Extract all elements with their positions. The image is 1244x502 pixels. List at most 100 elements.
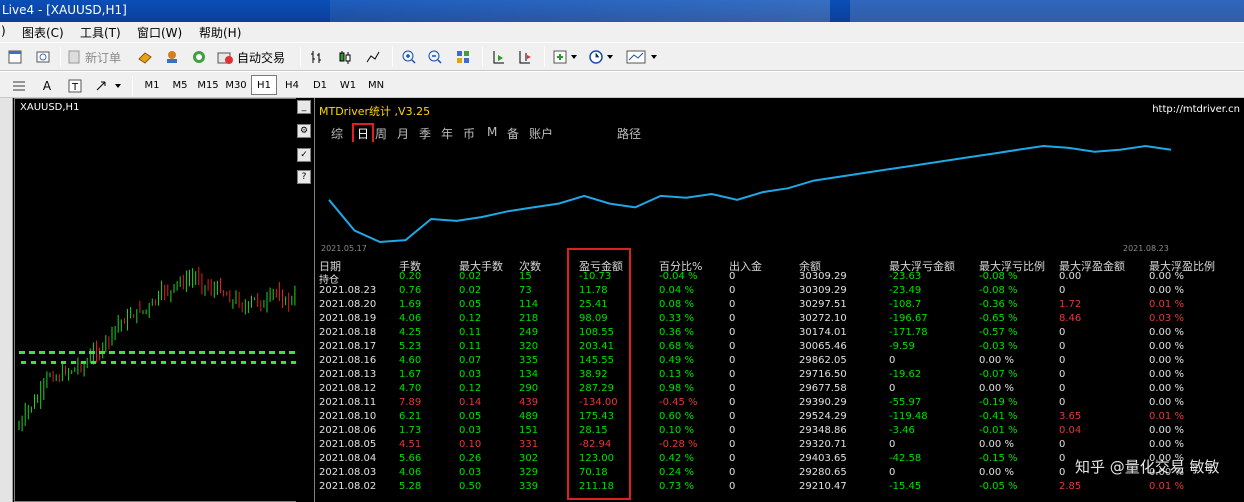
cell-balance: 30309.29 (799, 271, 847, 282)
timeframe-m30-button[interactable]: M30 (223, 75, 249, 95)
cell-lots: 0.20 (399, 271, 422, 282)
timeframe-m1-button[interactable]: M1 (139, 75, 165, 95)
menu-help[interactable]: 帮助(H) (199, 24, 241, 41)
cell-max-float-profit: 0 (1059, 397, 1066, 408)
bar-chart-icon[interactable] (306, 47, 328, 67)
background-window-ghost (330, 0, 830, 22)
table-row: 2021.08.16 4.60 0.07 335 145.55 0.49 % 0 29862.… (319, 355, 1244, 369)
cell-max-float-profit: 0 (1059, 383, 1066, 394)
profiles-icon[interactable] (32, 47, 54, 67)
zoom-in-icon[interactable] (398, 47, 420, 67)
periods-clock-icon[interactable] (586, 47, 616, 67)
menu-prefix: ) (1, 24, 6, 38)
stats-tab-1[interactable]: 日 (352, 123, 375, 144)
cell-lots: 1.67 (399, 369, 422, 380)
navigator-icon[interactable] (188, 47, 210, 67)
equity-start-date: 2021.05.17 (321, 244, 367, 253)
order-marker (201, 361, 206, 364)
indicators-dropdown-icon[interactable] (550, 47, 580, 67)
auto-trade-button[interactable]: 自动交易 (216, 47, 285, 67)
order-marker (149, 351, 155, 354)
cell-balance: 29320.71 (799, 439, 847, 450)
timeframe-m5-button[interactable]: M5 (167, 75, 193, 95)
cell-max-float-profit: 0 (1059, 453, 1066, 464)
order-marker (121, 361, 126, 364)
timeframe-h1-button[interactable]: H1 (251, 75, 277, 95)
cell-max-float-profit-pct: 0.00 % (1149, 355, 1184, 366)
order-marker (101, 361, 106, 364)
stats-tab-9[interactable]: 账户 (529, 125, 553, 142)
help-panel-icon[interactable]: ? (297, 170, 311, 184)
cell-balance: 29390.29 (799, 397, 847, 408)
text-label-icon[interactable]: A (36, 76, 58, 96)
minimize-panel-icon[interactable]: _ (297, 100, 311, 114)
window-title: Live4 - [XAUUSD,H1] (2, 3, 127, 17)
price-chart-window[interactable]: XAUUSD,H1 (14, 98, 312, 502)
order-marker (49, 351, 55, 354)
menu-tools[interactable]: 工具(T) (80, 24, 121, 41)
order-marker (219, 351, 225, 354)
cell-max-float-profit: 3.65 (1059, 411, 1082, 422)
arrows-dropdown-icon[interactable] (92, 76, 126, 96)
timeframe-d1-button[interactable]: D1 (307, 75, 333, 95)
cell-max-float-loss-pct: -0.05 % (979, 481, 1018, 492)
stats-tab-3[interactable]: 月 (397, 125, 409, 142)
cell-max-float-loss-pct: -0.36 % (979, 299, 1018, 310)
menu-chart[interactable]: 图表(C) (22, 24, 64, 41)
cell-date: 2021.08.02 (319, 481, 377, 492)
order-marker (259, 351, 265, 354)
stats-tab-8[interactable]: 备 (507, 125, 519, 142)
order-marker (181, 361, 186, 364)
timeframe-m15-button[interactable]: M15 (195, 75, 221, 95)
order-marker (249, 351, 255, 354)
candlestick-icon[interactable] (334, 47, 356, 67)
stats-tab-6[interactable]: 币 (463, 125, 475, 142)
stats-tab-7[interactable]: M (487, 125, 497, 139)
order-marker (21, 361, 26, 364)
cell-balance: 29210.47 (799, 481, 847, 492)
new-chart-icon[interactable] (4, 47, 26, 67)
stats-tab-2[interactable]: 周 (375, 125, 387, 142)
cell-max-float-loss: 0 (889, 467, 896, 478)
zoom-out-icon[interactable] (424, 47, 446, 67)
stats-tab-5[interactable]: 年 (441, 125, 453, 142)
cell-date: 2021.08.23 (319, 285, 377, 296)
window-title-bar: Live4 - [XAUUSD,H1] (0, 0, 1244, 22)
cell-max-float-loss-pct: -0.15 % (979, 453, 1018, 464)
timeframe-w1-button[interactable]: W1 (335, 75, 361, 95)
cell-balance: 30065.46 (799, 341, 847, 352)
fibonacci-icon[interactable] (8, 76, 30, 96)
templates-dropdown-icon[interactable] (624, 47, 660, 67)
order-marker (211, 361, 216, 364)
order-marker (269, 351, 275, 354)
check-panel-icon[interactable]: ✓ (297, 148, 311, 162)
timeframe-h4-button[interactable]: H4 (279, 75, 305, 95)
autoscroll-icon[interactable] (488, 47, 510, 67)
cell-max-float-profit: 0 (1059, 341, 1066, 352)
stats-tab-10[interactable]: 路径 (617, 125, 641, 142)
cell-pct: 0.33 % (659, 313, 694, 324)
tile-windows-icon[interactable] (452, 47, 474, 67)
cell-inout: 0 (729, 355, 736, 366)
cell-balance: 30309.29 (799, 285, 847, 296)
stats-tab-0[interactable]: 综 (331, 125, 343, 142)
cell-max-float-loss-pct: -0.41 % (979, 411, 1018, 422)
stats-tab-4[interactable]: 季 (419, 125, 431, 142)
chart-shift-icon[interactable] (514, 47, 536, 67)
cell-max-float-profit-pct: 0.00 % (1149, 327, 1184, 338)
settings-panel-icon[interactable]: ⚙ (297, 124, 311, 138)
cell-max-float-loss: -15.45 (889, 481, 922, 492)
indicator-url[interactable]: http://mtdriver.cn (1152, 104, 1240, 115)
data-window-icon[interactable] (161, 47, 183, 67)
cell-max-float-loss: -171.78 (889, 327, 928, 338)
timeframe-mn-button[interactable]: MN (363, 75, 389, 95)
menu-window[interactable]: 窗口(W) (137, 24, 182, 41)
cell-balance: 29524.29 (799, 411, 847, 422)
market-watch-icon[interactable] (134, 47, 156, 67)
cell-pct: 0.42 % (659, 453, 694, 464)
order-marker (221, 361, 226, 364)
line-chart-icon[interactable] (362, 47, 384, 67)
equity-end-date: 2021.08.23 (1123, 244, 1169, 253)
text-box-icon[interactable]: T (64, 76, 86, 96)
new-order-button[interactable]: 新订单 (66, 47, 121, 67)
